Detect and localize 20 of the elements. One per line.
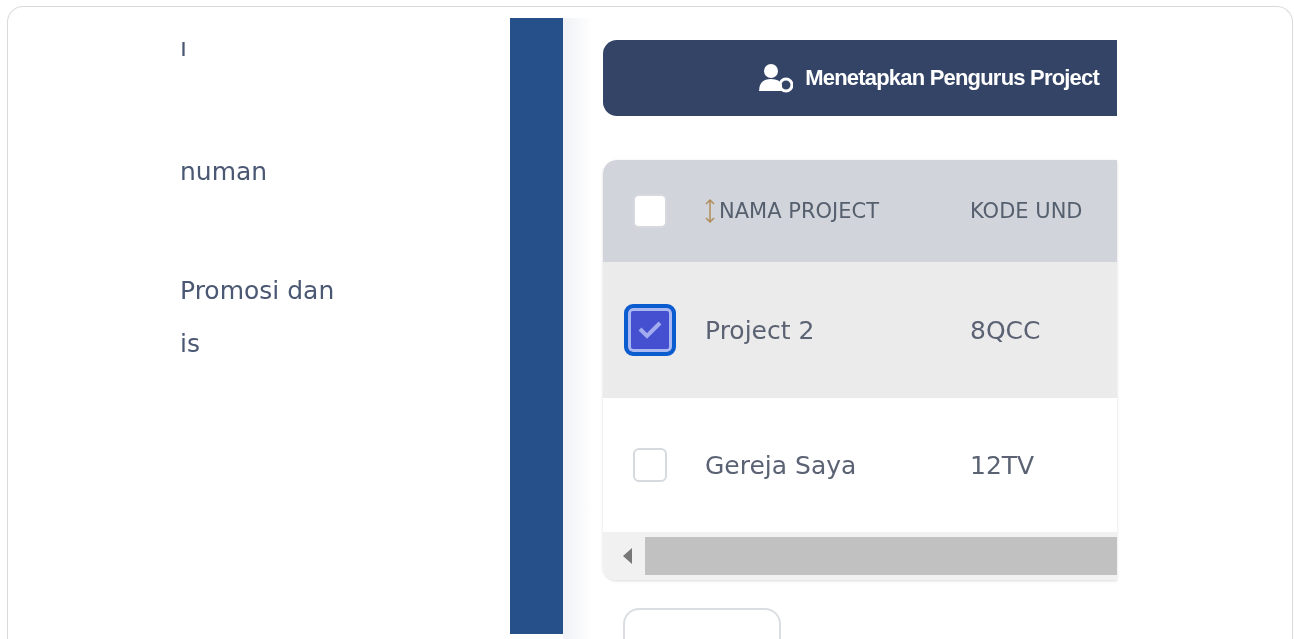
user-gear-icon	[759, 63, 794, 93]
assign-manager-button[interactable]: Menetapkan Pengurus Project	[603, 40, 1117, 116]
column-header[interactable]: KODE UND	[970, 199, 1117, 223]
scrollbar-thumb[interactable]	[645, 537, 1117, 575]
sidebar-item[interactable]: Promosi dan is	[180, 264, 340, 370]
sidebar-item[interactable]: numan	[180, 157, 510, 186]
table-row[interactable]: Gereja Saya 12TV	[603, 398, 1117, 532]
select-all-checkbox[interactable]	[633, 194, 667, 228]
column-header[interactable]: NAMA PROJECT	[705, 198, 970, 224]
table-cell-text: Project 2	[705, 315, 816, 345]
table-cell-text: 8QCC	[970, 315, 1042, 345]
table-row[interactable]: Project 2 8QCC	[603, 262, 1117, 398]
sidebar-item[interactable]: ı	[180, 33, 510, 62]
left-arrow-icon	[623, 548, 633, 564]
horizontal-scrollbar[interactable]	[603, 532, 1117, 580]
table-cell-text: 12TV	[970, 450, 1036, 480]
sort-icon	[705, 198, 715, 224]
table-cell-text: Gereja Saya	[705, 450, 858, 480]
row-checkbox[interactable]	[624, 304, 676, 356]
outlined-button[interactable]	[623, 608, 781, 639]
